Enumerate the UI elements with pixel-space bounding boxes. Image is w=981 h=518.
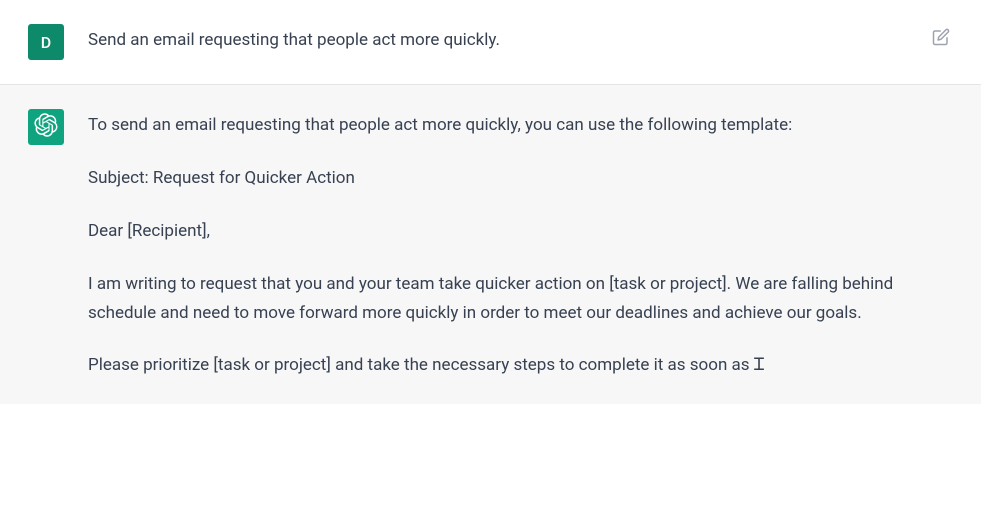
assistant-paragraph: Dear [Recipient], [88,217,913,246]
assistant-message-block: To send an email requesting that people … [0,85,981,404]
assistant-message-content: To send an email requesting that people … [88,109,953,380]
edit-icon [932,28,950,49]
assistant-avatar [28,109,64,145]
user-avatar-initial: D [41,33,51,52]
user-message-text: Send an email requesting that people act… [88,26,913,55]
assistant-paragraph: Please prioritize [task or project] and … [88,351,913,380]
openai-logo-icon [34,113,58,141]
user-avatar: D [28,24,64,60]
assistant-paragraph: I am writing to request that you and you… [88,270,913,328]
edit-message-button[interactable] [929,26,953,50]
text-cursor-icon: Ꮖ [754,351,765,380]
user-message-content: Send an email requesting that people act… [88,24,953,60]
assistant-paragraph: Subject: Request for Quicker Action [88,164,913,193]
assistant-paragraph: To send an email requesting that people … [88,111,913,140]
user-message-block: D Send an email requesting that people a… [0,0,981,85]
